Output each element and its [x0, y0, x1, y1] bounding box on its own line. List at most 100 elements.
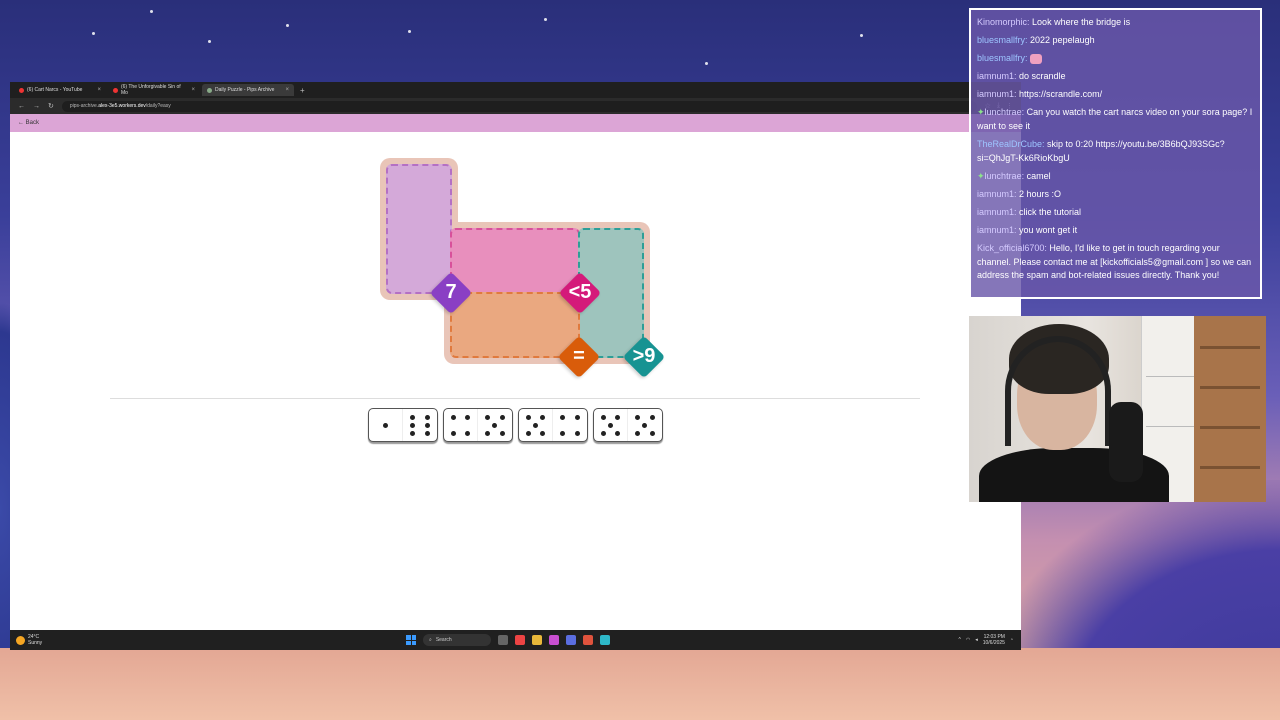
url-path: /daily?easy [145, 103, 171, 109]
microphone [1109, 402, 1143, 482]
domino-pip [649, 430, 655, 436]
domino-pip [615, 430, 620, 436]
domino-tile[interactable] [368, 408, 438, 442]
chat-username[interactable]: Kinomorphic: [977, 17, 1030, 27]
constraint-label-pink: <5 [568, 281, 592, 303]
domino-pip [642, 422, 648, 428]
chat-message: ✦lunchtrae: camel [977, 170, 1254, 184]
task-view-icon[interactable] [498, 635, 508, 645]
close-icon[interactable]: × [191, 87, 195, 93]
search-icon: ⌕ [429, 637, 432, 643]
taskbar: 24°C Sunny ⌕ Search ^ ◠ ◂ 12:03 PM 10/6/… [10, 630, 1021, 650]
domino-pip [383, 422, 388, 428]
chat-username[interactable]: iamnum1: [977, 89, 1017, 99]
chat-message: iamnum1: you wont get it [977, 224, 1254, 238]
chevron-up-icon[interactable]: ^ [958, 637, 960, 643]
domino-pip [533, 422, 538, 428]
sparkle-badge-icon: ✦ [977, 107, 985, 118]
domino-pip [424, 422, 430, 428]
new-tab-button[interactable]: + [296, 86, 309, 95]
address-bar: ← → ↻ pips-archive. alex-3e5.workers.dev /… [10, 98, 1021, 114]
chat-message: iamnum1: 2 hours :O [977, 188, 1254, 202]
domino-pip [499, 430, 505, 436]
url-prefix: pips-archive. [69, 103, 99, 109]
chat-username[interactable]: TheRealDrCube: [977, 139, 1045, 149]
reload-icon[interactable]: ↻ [48, 102, 54, 110]
chat-username[interactable]: lunchtrae: [985, 171, 1025, 181]
back-arrow-icon[interactable]: ← [18, 103, 25, 110]
tab-daily-puzzle[interactable]: Daily Puzzle - Pips Archive × [202, 84, 294, 96]
chat-message: Kinomorphic: Look where the bridge is [977, 16, 1254, 30]
forward-arrow-icon[interactable]: → [33, 103, 40, 110]
puzzle-page: 7 <5 = >9 [10, 132, 1021, 616]
chat-text: https://scrandle.com/ [1019, 89, 1103, 100]
divider [110, 398, 920, 399]
domino-pip [574, 414, 580, 420]
domino-pip [492, 422, 498, 428]
domino-pip [410, 422, 416, 428]
domino-tile[interactable] [443, 408, 513, 442]
domino-pip [601, 414, 606, 420]
chat-username[interactable]: bluesmallfry: [977, 53, 1028, 63]
close-icon[interactable]: × [285, 87, 289, 93]
taskbar-search[interactable]: ⌕ Search [423, 634, 491, 646]
url-input[interactable]: pips-archive. alex-3e5.workers.dev/daily?… [61, 100, 977, 112]
chat-username[interactable]: lunchtrae: [985, 107, 1025, 117]
domino-tile[interactable] [593, 408, 663, 442]
chat-message: iamnum1: click the tutorial [977, 206, 1254, 220]
chat-text: Look where the bridge is [1032, 17, 1131, 27]
domino-pip [451, 414, 456, 420]
close-icon[interactable]: × [97, 87, 101, 93]
domino-pip [424, 430, 430, 436]
app-icon[interactable] [549, 635, 559, 645]
tab-unforgivable-sin[interactable]: (6) The Unforgivable Sin of Mo × [108, 84, 200, 96]
app-icon[interactable] [583, 635, 593, 645]
domino-pip [649, 414, 655, 420]
browser-app-icon[interactable] [515, 635, 525, 645]
chat-username[interactable]: iamnum1: [977, 189, 1017, 199]
volume-icon[interactable]: ◂ [975, 637, 978, 643]
chat-overlay: Kinomorphic: Look where the bridge is blu… [969, 8, 1262, 299]
tab-label: Daily Puzzle - Pips Archive [215, 87, 275, 93]
chat-username[interactable]: bluesmallfry: [977, 35, 1028, 45]
region-purple[interactable] [386, 164, 452, 294]
app-icon[interactable] [566, 635, 576, 645]
chat-message: iamnum1: https://scrandle.com/ [977, 88, 1254, 102]
chat-username[interactable]: iamnum1: [977, 207, 1017, 217]
chat-message: iamnum1: do scrandle [977, 70, 1254, 84]
tab-cart-narcs[interactable]: (6) Cart Narcs - YouTube × [14, 84, 106, 96]
tab-label: (6) The Unforgivable Sin of Mo [120, 84, 181, 96]
domino-pip [526, 430, 531, 436]
clock[interactable]: 12:03 PM 10/6/2025 [983, 634, 1005, 646]
domino-pip [410, 430, 416, 436]
domino-pip [601, 430, 606, 436]
chat-message: Kick_official6700: Hello, I'd like to ge… [977, 242, 1254, 283]
app-icon[interactable] [600, 635, 610, 645]
webcam-feed [969, 316, 1266, 502]
domino-pip [485, 430, 491, 436]
chat-username[interactable]: iamnum1: [977, 71, 1017, 81]
domino-pip [485, 414, 491, 420]
windows-start-icon[interactable] [406, 635, 416, 645]
domino-pip [499, 414, 505, 420]
domino-pip [560, 430, 566, 436]
chat-username[interactable]: iamnum1: [977, 225, 1017, 235]
chat-username[interactable]: Kick_official6700: [977, 243, 1047, 253]
chat-text: you wont get it [1019, 224, 1078, 235]
constraint-label-teal: >9 [632, 345, 656, 367]
chat-message: TheRealDrCube: skip to 0:20 https://yout… [977, 138, 1254, 165]
domino-half [444, 409, 478, 441]
sparkle-badge-icon: ✦ [977, 170, 985, 181]
puzzle-board: 7 <5 = >9 [10, 132, 1021, 412]
domino-tile[interactable] [518, 408, 588, 442]
weather-widget[interactable]: 24°C Sunny [10, 634, 42, 646]
globe-icon [207, 87, 212, 93]
back-link[interactable]: ← Back [18, 120, 39, 126]
domino-half [594, 409, 628, 441]
notification-icon[interactable]: ◔ [1010, 637, 1013, 643]
wifi-icon[interactable]: ◠ [966, 637, 970, 643]
tab-label: (6) Cart Narcs - YouTube [27, 87, 83, 93]
header-strip: ← Back [10, 114, 1021, 132]
domino-half [628, 409, 662, 441]
file-explorer-icon[interactable] [532, 635, 542, 645]
